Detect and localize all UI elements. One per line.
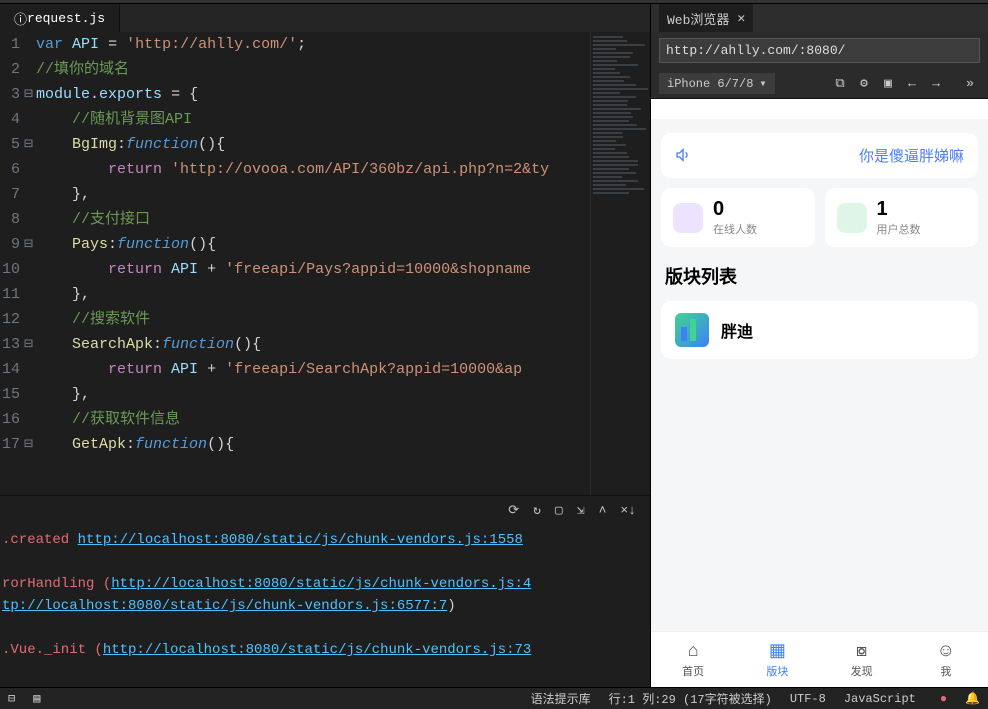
bottom-nav: ⌂ 首页 ▦ 版块 ⧇ 发现 ☺ 我: [651, 631, 988, 687]
status-bar: ⊟ ▤ 语法提示库 行:1 列:29 (17字符被选择) UTF-8 JavaS…: [0, 687, 988, 709]
url-bar: [651, 32, 988, 69]
status-syntax[interactable]: 语法提示库: [531, 690, 591, 707]
back-icon[interactable]: ←: [902, 76, 922, 91]
minimap[interactable]: [590, 32, 650, 495]
home-icon: ⌂: [688, 640, 699, 661]
sound-icon: [675, 147, 691, 165]
code-editor[interactable]: 1234567891011121314151617 ⊟ ⊟ ⊟ ⊟ ⊟ var …: [0, 32, 650, 495]
stats-row: 0 在线人数 1 用户总数: [661, 188, 978, 247]
chevron-down-icon: ▾: [759, 76, 766, 91]
console-link[interactable]: http://localhost:8080/static/js/chunk-ve…: [78, 532, 523, 548]
chart-icon: [675, 313, 709, 347]
editor-tab-label: request.js: [27, 11, 105, 26]
nav-boards[interactable]: ▦ 版块: [735, 632, 819, 687]
stop-icon[interactable]: ▢: [555, 503, 563, 518]
status-language[interactable]: JavaScript: [844, 692, 916, 706]
nav-discover[interactable]: ⧇ 发现: [820, 632, 904, 687]
gear-icon[interactable]: ⚙: [854, 76, 874, 91]
console-link[interactable]: http://localhost:8080/static/js/chunk-ve…: [111, 576, 531, 592]
status-encoding[interactable]: UTF-8: [790, 692, 826, 706]
screenshot-icon[interactable]: ▣: [878, 76, 898, 91]
stat-users[interactable]: 1 用户总数: [825, 188, 979, 247]
section-title: 版块列表: [665, 263, 974, 289]
collapse-up-icon[interactable]: ˄: [599, 503, 607, 518]
url-input[interactable]: [659, 38, 980, 63]
more-icon[interactable]: »: [960, 76, 980, 91]
status-cursor[interactable]: 行:1 列:29 (17字符被选择): [609, 690, 772, 707]
phone-preview: 你是傻逼胖娣嘛 0 在线人数 1 用户总数: [651, 99, 988, 687]
grid-icon: ▦: [769, 640, 786, 661]
bug-icon[interactable]: ⟳: [508, 503, 519, 518]
nav-discover-label: 发现: [851, 663, 873, 679]
forward-icon[interactable]: →: [926, 76, 946, 91]
nav-home[interactable]: ⌂ 首页: [651, 632, 735, 687]
open-window-icon[interactable]: ⧉: [830, 76, 850, 91]
editor-tab-requestjs[interactable]: ⓘ request.js: [0, 4, 120, 32]
console-toolbar: ⟳ ↻ ▢ ⇲ ˄ ×↓: [0, 495, 650, 525]
code-content[interactable]: var API = 'http://ahlly.com/';//填你的域名mod…: [36, 32, 590, 495]
main-area: ⓘ request.js 1234567891011121314151617 ⊟…: [0, 4, 988, 687]
editor-pane: ⓘ request.js 1234567891011121314151617 ⊟…: [0, 4, 650, 687]
console-link[interactable]: tp://localhost:8080/static/js/chunk-vend…: [2, 598, 447, 614]
tree-icon[interactable]: ▤: [33, 691, 40, 706]
stat-users-label: 用户总数: [877, 221, 921, 237]
reload-icon[interactable]: ↻: [533, 503, 541, 518]
notification-icon[interactable]: 🔔: [965, 691, 980, 706]
device-select[interactable]: iPhone 6/7/8 ▾: [659, 73, 775, 94]
browser-tabbar: Web浏览器 ✕: [651, 4, 988, 32]
user-icon: [837, 203, 867, 233]
gift-icon: ⧇: [856, 640, 867, 661]
editor-body: 1234567891011121314151617 ⊟ ⊟ ⊟ ⊟ ⊟ var …: [0, 32, 650, 495]
stat-online-value: 0: [713, 198, 757, 221]
stat-online[interactable]: 0 在线人数: [661, 188, 815, 247]
close-icon[interactable]: ✕: [737, 11, 745, 26]
device-label: iPhone 6/7/8: [667, 77, 753, 91]
notice-text: 你是傻逼胖娣嘛: [859, 145, 964, 166]
browser-tab[interactable]: Web浏览器 ✕: [659, 4, 753, 32]
nav-home-label: 首页: [682, 663, 704, 679]
person-icon: ☺: [937, 640, 955, 661]
nav-boards-label: 版块: [766, 663, 788, 679]
browser-toolbar: iPhone 6/7/8 ▾ ⧉ ⚙ ▣ ← → »: [651, 69, 988, 99]
nav-me[interactable]: ☺ 我: [904, 632, 988, 687]
fold-gutter[interactable]: ⊟ ⊟ ⊟ ⊟ ⊟: [24, 32, 36, 495]
board-name: 胖迪: [721, 318, 753, 342]
cube-icon: [673, 203, 703, 233]
stat-users-value: 1: [877, 198, 921, 221]
board-item[interactable]: 胖迪: [661, 301, 978, 359]
browser-panel: Web浏览器 ✕ iPhone 6/7/8 ▾ ⧉ ⚙ ▣ ← → »: [650, 4, 988, 687]
browser-tab-label: Web浏览器: [667, 9, 729, 28]
bell-icon[interactable]: ●: [940, 692, 947, 706]
notice-card[interactable]: 你是傻逼胖娣嘛: [661, 133, 978, 178]
console-output[interactable]: .created http://localhost:8080/static/js…: [0, 525, 650, 687]
stat-online-label: 在线人数: [713, 221, 757, 237]
nav-me-label: 我: [940, 663, 951, 679]
outline-icon[interactable]: ⊟: [8, 691, 15, 706]
editor-tabstrip: ⓘ request.js: [0, 4, 650, 32]
line-gutter: 1234567891011121314151617: [0, 32, 24, 495]
close-panel-icon[interactable]: ×↓: [620, 503, 636, 518]
phone-statusbar: [651, 99, 988, 119]
export-icon[interactable]: ⇲: [577, 503, 585, 518]
console-link[interactable]: http://localhost:8080/static/js/chunk-ve…: [103, 642, 531, 658]
